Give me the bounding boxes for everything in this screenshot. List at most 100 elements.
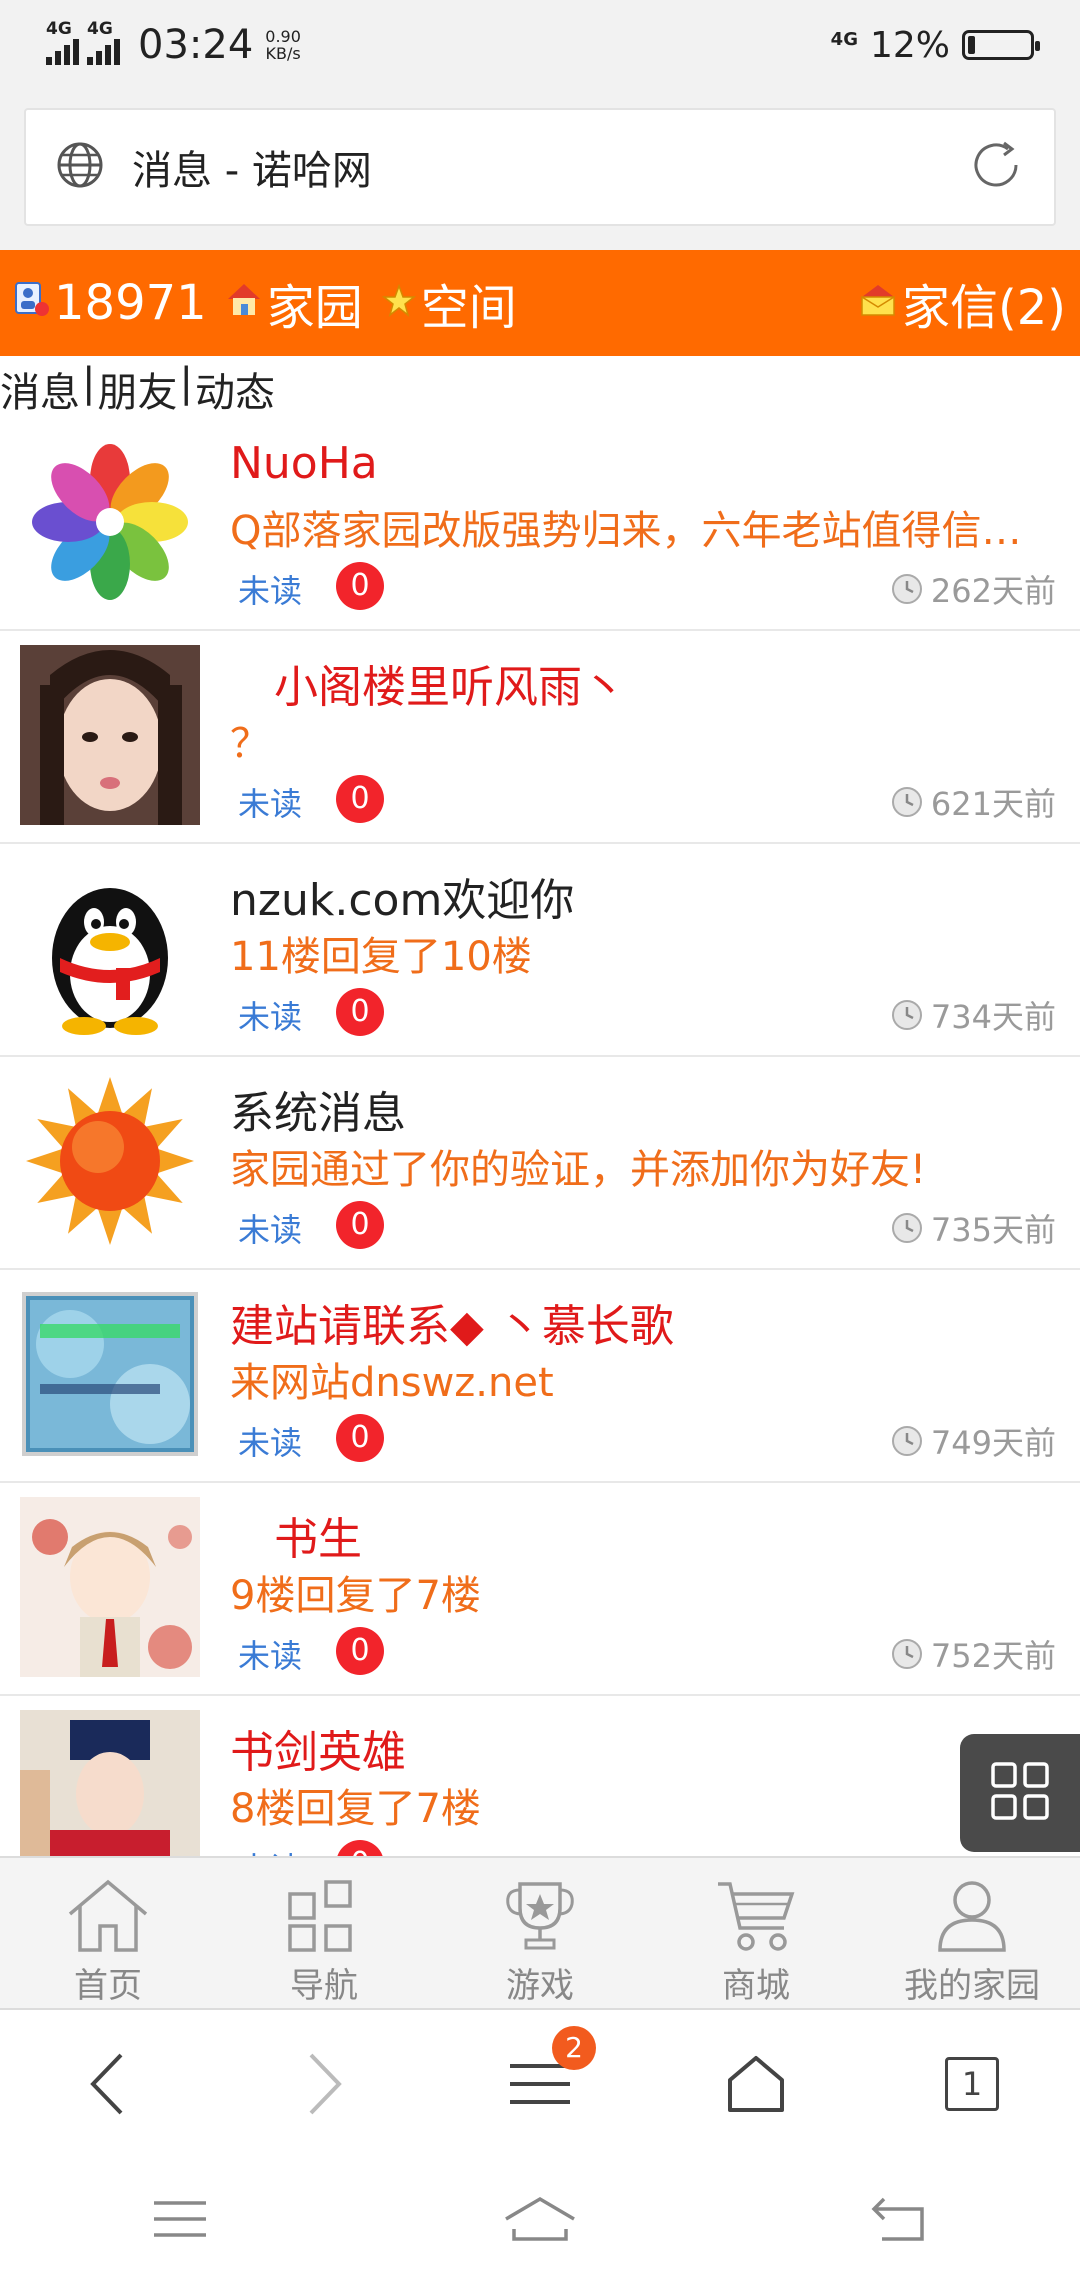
message-preview[interactable]: 11楼回复了10楼 xyxy=(230,924,1060,982)
menu-button[interactable]: 2 xyxy=(432,2026,648,2112)
tab-messages[interactable]: 消息 xyxy=(0,360,80,416)
message-list: NuoHa Q部落家园改版强势归来，六年老站值得信赖！ 未读 0 262天前 小… xyxy=(0,418,1080,1909)
speed-unit: KB/s xyxy=(265,44,301,63)
speed-value: 0.90 xyxy=(265,27,301,46)
message-time: 262天前 xyxy=(891,566,1056,612)
home-label: 家园 xyxy=(266,280,363,336)
tab-activity[interactable]: 动态 xyxy=(195,360,275,416)
grid-icon xyxy=(990,1761,1050,1825)
clock-icon xyxy=(891,1000,922,1030)
message-preview[interactable]: Q部落家园改版强势归来，六年老站值得信赖！ xyxy=(230,498,1060,556)
nav-games-label: 游戏 xyxy=(506,1966,574,2006)
address-bar[interactable]: 消息 - 诺哈网 xyxy=(24,108,1056,226)
floating-grid-button[interactable] xyxy=(960,1734,1080,1852)
sender-name[interactable]: 书剑英雄 xyxy=(230,1716,406,1780)
sender-name[interactable]: NuoHa xyxy=(230,438,378,489)
list-item[interactable]: 建站请联系◆ 丶慕长歌 来网站dnswz.net 未读 0 749天前 xyxy=(0,1270,1080,1483)
nav-my-home[interactable]: 我的家园 xyxy=(864,1858,1080,2008)
sender-name[interactable]: 小阁楼里听风雨丶 xyxy=(230,651,626,715)
system-home-button[interactable] xyxy=(360,2195,720,2243)
site-header: 18971 家园 空间 家信(2) xyxy=(0,250,1080,356)
grid-nav-icon xyxy=(288,1880,352,1952)
space-label: 空间 xyxy=(420,280,517,336)
nav-navigation[interactable]: 导航 xyxy=(216,1858,432,2008)
list-item[interactable]: 书生 9楼回复了7楼 未读 0 752天前 xyxy=(0,1483,1080,1696)
nav-navigation-label: 导航 xyxy=(290,1966,358,2006)
system-menu-button[interactable] xyxy=(0,2197,360,2241)
anime-boy-avatar[interactable] xyxy=(20,1497,200,1677)
page-title: 消息 - 诺哈网 xyxy=(132,148,372,194)
sun-avatar[interactable] xyxy=(20,1071,200,1251)
sender-name[interactable]: 建站请联系◆ 丶慕长歌 xyxy=(230,1290,674,1354)
menu-lines-icon xyxy=(154,2201,206,2237)
message-preview[interactable]: 9楼回复了7楼 xyxy=(230,1563,1060,1621)
home-chevron-icon xyxy=(505,2196,575,2241)
signal-1-icon: 4G xyxy=(46,19,79,65)
back-arrow-icon xyxy=(871,2197,924,2241)
penguin-avatar[interactable] xyxy=(20,858,200,1038)
message-time: 621天前 xyxy=(891,779,1056,825)
mail-link[interactable]: 家信(2) xyxy=(858,268,1066,338)
clock-icon xyxy=(891,1213,922,1243)
system-back-button[interactable] xyxy=(720,2195,1080,2243)
user-card-icon xyxy=(14,275,54,331)
nav-shop[interactable]: 商城 xyxy=(648,1858,864,2008)
clock-icon xyxy=(891,1639,922,1669)
reload-icon[interactable] xyxy=(968,137,1024,197)
girl-photo-avatar[interactable] xyxy=(20,645,200,825)
network-type-2: 4G xyxy=(87,19,113,39)
nav-home-label: 首页 xyxy=(74,1966,142,2006)
home-button[interactable] xyxy=(648,2054,864,2114)
read-status: 未读 xyxy=(238,998,303,1036)
back-button[interactable] xyxy=(0,2049,216,2119)
space-link[interactable]: 空间 xyxy=(381,268,517,338)
tab-separator: | xyxy=(82,360,96,406)
nav-games[interactable]: 游戏 xyxy=(432,1858,648,2008)
read-status: 未读 xyxy=(238,572,303,610)
sender-name[interactable]: 系统消息 xyxy=(230,1077,406,1141)
home-link[interactable]: 家园 xyxy=(225,268,363,338)
unread-count-badge: 0 xyxy=(336,1627,384,1675)
message-preview[interactable]: 来网站dnswz.net xyxy=(230,1350,1060,1408)
tabs-button[interactable]: 1 xyxy=(864,2057,1080,2111)
message-preview[interactable]: 家园通过了你的验证，并添加你为好友! xyxy=(230,1137,1060,1195)
unread-count-badge: 0 xyxy=(336,775,384,823)
system-nav-bar xyxy=(0,2158,1080,2280)
menu-badge: 2 xyxy=(552,2026,596,2070)
read-status: 未读 xyxy=(238,1211,303,1249)
battery-icon xyxy=(962,30,1040,60)
home-icon xyxy=(68,1879,148,1952)
list-item[interactable]: 系统消息 家园通过了你的验证，并添加你为好友! 未读 0 735天前 xyxy=(0,1057,1080,1270)
user-id-link[interactable]: 18971 xyxy=(14,275,207,331)
chevron-right-icon xyxy=(309,2053,342,2115)
nav-my-home-label: 我的家园 xyxy=(904,1966,1040,2006)
browser-toolbar: 2 1 xyxy=(0,2010,1080,2158)
envelope-icon xyxy=(858,275,902,331)
house-icon xyxy=(225,275,267,331)
list-item[interactable]: nzuk.com欢迎你 11楼回复了10楼 未读 0 734天前 xyxy=(0,844,1080,1057)
list-item[interactable]: 小阁楼里听风雨丶 ？ 未读 0 621天前 xyxy=(0,631,1080,844)
message-preview[interactable]: ？ xyxy=(230,711,1060,769)
sender-name[interactable]: 书生 xyxy=(230,1503,362,1567)
message-time: 749天前 xyxy=(891,1418,1056,1464)
nav-home[interactable]: 首页 xyxy=(0,1858,216,2008)
tabs-line: 消息 | 朋友 | 动态 xyxy=(0,360,275,416)
status-bar: 4G 4G 03:24 0.90 KB/s 4G 12% xyxy=(0,0,1080,90)
message-preview[interactable]: 8楼回复了7楼 xyxy=(230,1776,1060,1834)
unread-count-badge: 0 xyxy=(336,562,384,610)
site-bottom-nav: 首页 导航 游戏 商城 我的家园 xyxy=(0,1856,1080,2010)
user-icon xyxy=(938,1881,1006,1952)
flower-avatar[interactable] xyxy=(20,432,200,612)
tab-friends[interactable]: 朋友 xyxy=(97,360,177,416)
battery-fill xyxy=(968,36,976,54)
time-ago: 262天前 xyxy=(930,572,1056,610)
list-item[interactable]: NuoHa Q部落家园改版强势归来，六年老站值得信赖！ 未读 0 262天前 xyxy=(0,418,1080,631)
banner-avatar[interactable] xyxy=(20,1284,200,1464)
nav-shop-label: 商城 xyxy=(722,1966,790,2006)
time-ago: 752天前 xyxy=(930,1637,1056,1675)
sender-name[interactable]: nzuk.com欢迎你 xyxy=(230,864,574,928)
forward-button[interactable] xyxy=(216,2049,432,2119)
chevron-left-icon xyxy=(90,2053,123,2115)
signal-2-icon: 4G xyxy=(87,19,120,65)
network-type-1: 4G xyxy=(46,19,72,39)
